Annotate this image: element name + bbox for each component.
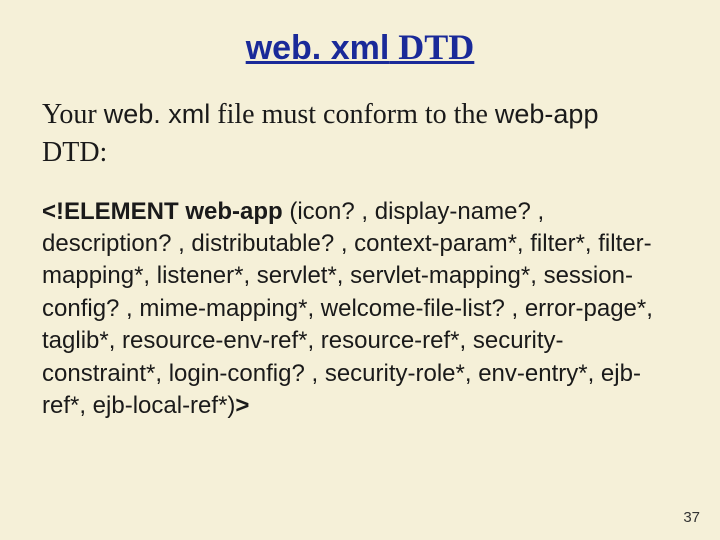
intro-text-1: Your [42, 99, 104, 130]
title-code: web. xml [246, 29, 390, 67]
intro-paragraph: Your web. xml file must conform to the w… [42, 96, 678, 172]
intro-text-3: DTD: [42, 137, 107, 168]
intro-text-2: file must conform to the [210, 99, 495, 130]
title-rest: DTD [389, 27, 474, 67]
slide-title: web. xml DTD [42, 26, 678, 68]
intro-code-1: web. xml [104, 99, 211, 129]
dtd-body: (icon? , display-name? , description? , … [42, 198, 653, 419]
dtd-block: <!ELEMENT web-app (icon? , display-name?… [42, 196, 678, 423]
intro-code-2: web-app [495, 99, 599, 129]
page-number: 37 [683, 509, 700, 526]
slide: web. xml DTD Your web. xml file must con… [0, 0, 720, 540]
dtd-bold-end: > [235, 392, 249, 419]
dtd-bold-start: <!ELEMENT web-app [42, 198, 283, 225]
